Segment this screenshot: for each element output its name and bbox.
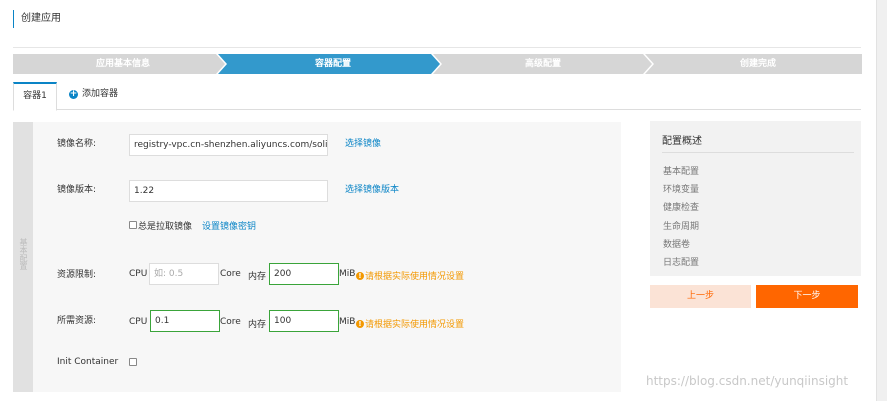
container-form: 基本配置 镜像名称: registry-vpc.cn-shenzhen.aliy… bbox=[13, 122, 621, 392]
summary-item-volume[interactable]: 数据卷 bbox=[663, 237, 690, 250]
limit-memory-label: 内存 bbox=[248, 272, 267, 282]
step-label-complete: 创建完成 bbox=[739, 59, 776, 69]
request-cpu-unit: Core bbox=[220, 317, 241, 327]
image-secret-link[interactable]: 设置镜像密钥 bbox=[202, 219, 256, 232]
limit-hint: ! 请根据实际使用情况设置 bbox=[356, 269, 464, 282]
init-container-checkbox[interactable] bbox=[129, 358, 137, 366]
warning-icon: ! bbox=[356, 319, 364, 328]
step-wizard: 应用基本信息 容器配置 高级配置 创建完成 bbox=[13, 54, 862, 74]
request-hint-text: 请根据实际使用情况设置 bbox=[365, 320, 465, 330]
limit-hint-text: 请根据实际使用情况设置 bbox=[365, 272, 465, 282]
resource-request-label: 所需资源: bbox=[57, 316, 97, 326]
add-container-label: 添加容器 bbox=[82, 89, 119, 99]
warning-icon: ! bbox=[356, 271, 364, 280]
summary-item-basic[interactable]: 基本配置 bbox=[663, 164, 699, 177]
container-tabs: 容器1 + 添加容器 bbox=[13, 80, 861, 111]
summary-item-lifecycle[interactable]: 生命周期 bbox=[663, 219, 699, 232]
config-summary-panel: 配置概述 基本配置 环境变量 健康检查 生命周期 数据卷 日志配置 bbox=[650, 121, 861, 276]
limit-memory-input[interactable]: 200 bbox=[269, 263, 339, 285]
summary-divider bbox=[662, 152, 854, 153]
plus-circle-icon: + bbox=[69, 88, 78, 99]
step-label-basic-info: 应用基本信息 bbox=[95, 59, 150, 69]
init-container-label: Init Container bbox=[57, 357, 119, 367]
next-step-button[interactable]: 下一步 bbox=[756, 285, 858, 308]
summary-title: 配置概述 bbox=[662, 136, 702, 147]
add-container-tab[interactable]: + 添加容器 bbox=[69, 87, 118, 101]
scrollbar[interactable] bbox=[876, 0, 887, 401]
request-cpu-input[interactable]: 0.1 bbox=[150, 310, 220, 332]
section-side-label: 基本配置 bbox=[19, 238, 28, 270]
summary-item-env[interactable]: 环境变量 bbox=[663, 182, 699, 195]
image-name-input[interactable]: registry-vpc.cn-shenzhen.aliyuncs.com/so… bbox=[129, 134, 328, 156]
select-image-link[interactable]: 选择镜像 bbox=[345, 136, 381, 149]
always-pull-checkbox[interactable] bbox=[129, 221, 137, 229]
limit-cpu-label: CPU bbox=[129, 269, 148, 279]
request-memory-label: 内存 bbox=[248, 320, 267, 330]
summary-item-log[interactable]: 日志配置 bbox=[663, 255, 699, 268]
step-label-advanced-config: 高级配置 bbox=[524, 59, 561, 69]
limit-cpu-input[interactable]: 如: 0.5 bbox=[149, 263, 219, 285]
step-label-container-config: 容器配置 bbox=[314, 59, 351, 69]
image-version-label: 镜像版本: bbox=[57, 185, 97, 195]
section-side-strip: 基本配置 bbox=[13, 122, 33, 392]
request-cpu-label: CPU bbox=[129, 317, 148, 327]
image-version-input[interactable]: 1.22 bbox=[129, 180, 328, 202]
select-image-version-link[interactable]: 选择镜像版本 bbox=[345, 182, 399, 195]
summary-item-health[interactable]: 健康检查 bbox=[663, 200, 699, 213]
prev-step-button[interactable]: 上一步 bbox=[650, 285, 751, 308]
request-memory-input[interactable]: 100 bbox=[269, 310, 339, 332]
page-title: 创建应用 bbox=[13, 10, 61, 28]
always-pull-label: 总是拉取镜像 bbox=[138, 222, 193, 232]
image-name-label: 镜像名称: bbox=[57, 139, 97, 149]
watermark: https://blog.csdn.net/yunqiinsight bbox=[646, 374, 849, 388]
limit-cpu-unit: Core bbox=[220, 269, 241, 279]
resource-limit-label: 资源限制: bbox=[57, 270, 97, 280]
limit-memory-unit: MiB bbox=[339, 269, 356, 279]
tab-container-1[interactable]: 容器1 bbox=[13, 82, 57, 111]
title-divider bbox=[13, 47, 861, 48]
request-memory-unit: MiB bbox=[339, 317, 356, 327]
request-hint: ! 请根据实际使用情况设置 bbox=[356, 317, 464, 330]
